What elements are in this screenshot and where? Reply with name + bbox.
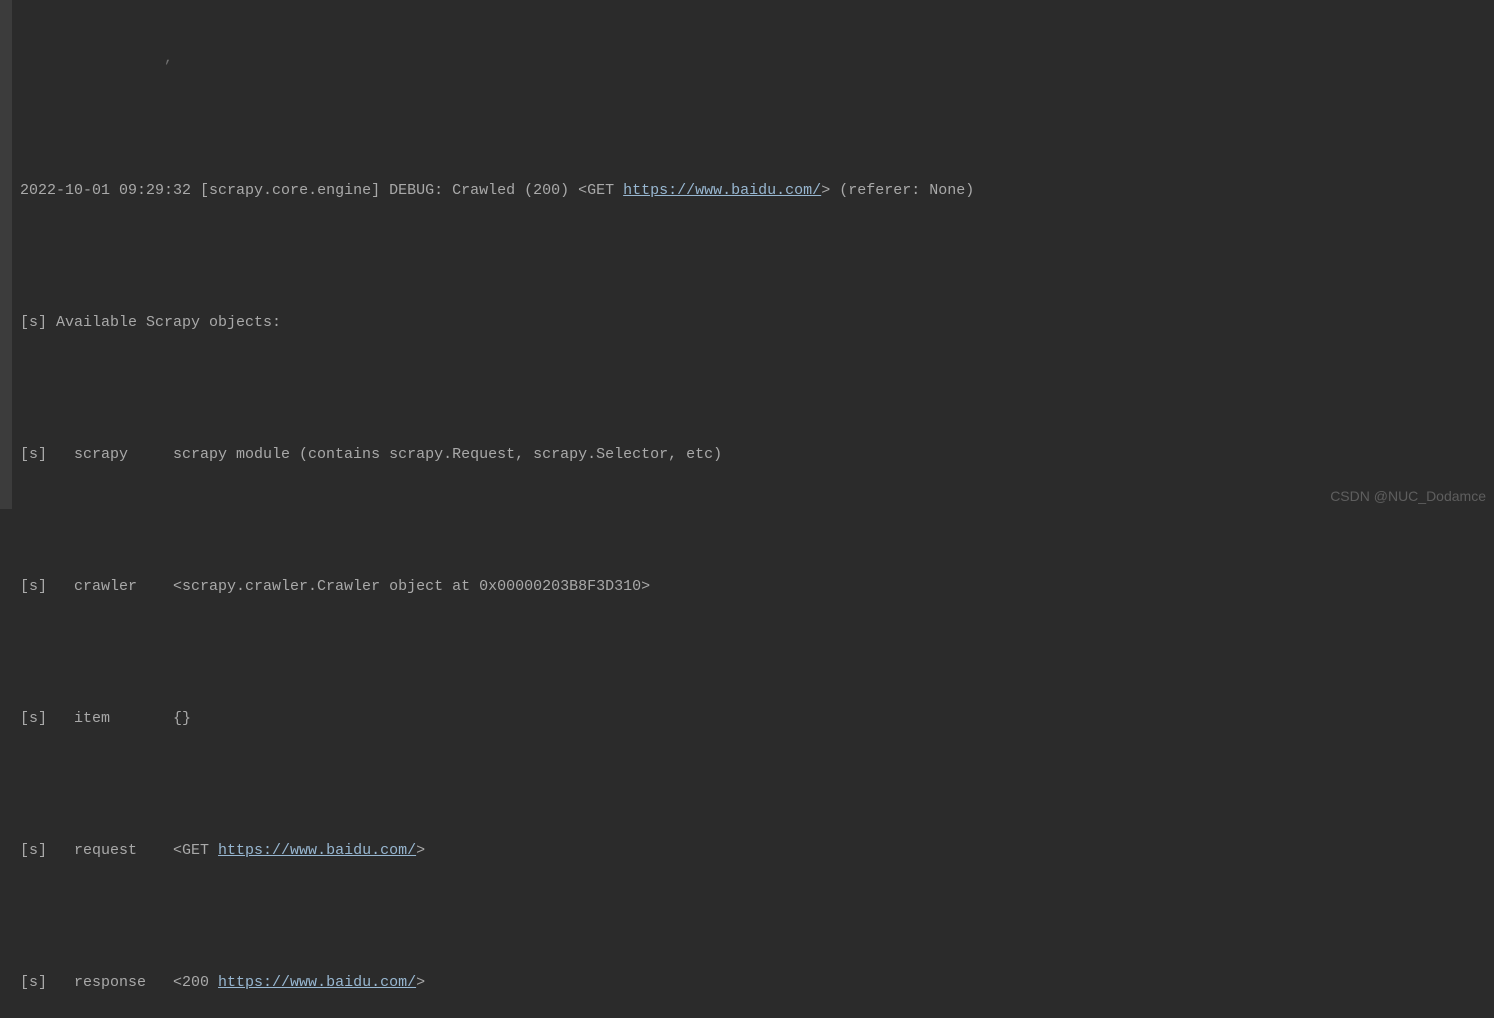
log-line: 2022-10-01 09:29:32 [scrapy.core.engine]…	[20, 174, 1494, 207]
terminal-output: , 2022-10-01 09:29:32 [scrapy.core.engin…	[0, 0, 1494, 1018]
obj-item: [s] item {}	[20, 702, 1494, 735]
obj-crawler-desc: <scrapy.crawler.Crawler object at 0x0000…	[173, 578, 650, 595]
obj-response-before: <200	[173, 974, 218, 991]
obj-request-url-link[interactable]: https://www.baidu.com/	[218, 842, 416, 859]
log-msg-after: > (referer: None)	[821, 182, 974, 199]
obj-crawler-prefix: [s] crawler	[20, 578, 173, 595]
obj-request-after: >	[416, 842, 425, 859]
watermark: CSDN @NUC_Dodamce	[1330, 489, 1486, 503]
obj-response-prefix: [s] response	[20, 974, 173, 991]
obj-response: [s] response <200 https://www.baidu.com/…	[20, 966, 1494, 999]
obj-item-prefix: [s] item	[20, 710, 173, 727]
obj-response-url-link[interactable]: https://www.baidu.com/	[218, 974, 416, 991]
obj-request-before: <GET	[173, 842, 218, 859]
log-timestamp: 2022-10-01 09:29:32	[20, 182, 191, 199]
obj-item-desc: {}	[173, 710, 191, 727]
obj-request: [s] request <GET https://www.baidu.com/>	[20, 834, 1494, 867]
editor-gutter	[0, 0, 12, 509]
log-level: DEBUG:	[389, 182, 443, 199]
obj-crawler: [s] crawler <scrapy.crawler.Crawler obje…	[20, 570, 1494, 603]
obj-scrapy-prefix: [s] scrapy	[20, 446, 173, 463]
available-objects-header: [s] Available Scrapy objects:	[20, 306, 1494, 339]
truncated-line: ,	[20, 42, 1494, 75]
log-url-link[interactable]: https://www.baidu.com/	[623, 182, 821, 199]
log-msg-before: Crawled (200) <GET	[452, 182, 623, 199]
obj-scrapy-desc: scrapy module (contains scrapy.Request, …	[173, 446, 722, 463]
obj-scrapy: [s] scrapy scrapy module (contains scrap…	[20, 438, 1494, 471]
log-logger: [scrapy.core.engine]	[200, 182, 380, 199]
obj-request-prefix: [s] request	[20, 842, 173, 859]
obj-response-after: >	[416, 974, 425, 991]
